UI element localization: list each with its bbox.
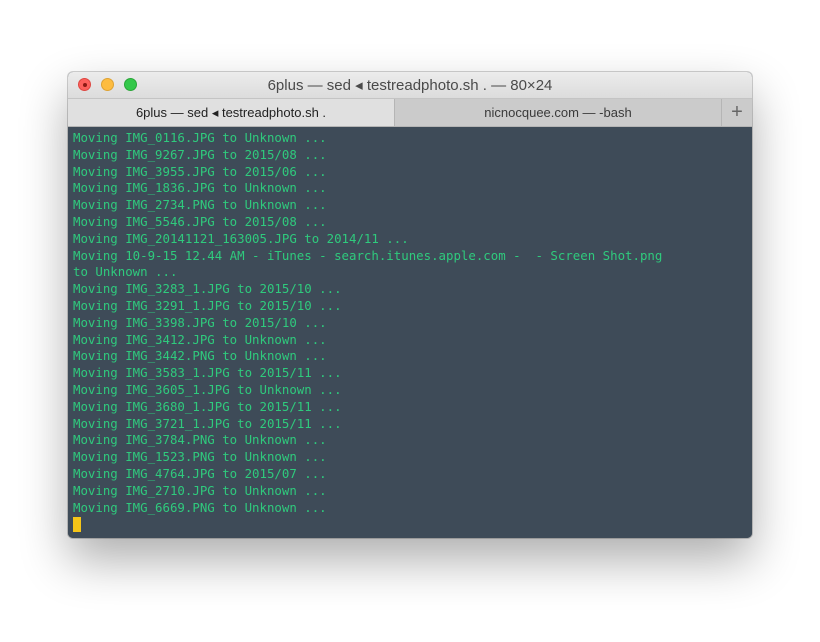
terminal-line: Moving IMG_0116.JPG to Unknown ... bbox=[73, 130, 327, 145]
terminal-line: Moving IMG_20141121_163005.JPG to 2014/1… bbox=[73, 230, 409, 246]
tab-nicnocquee-bash[interactable]: nicnocquee.com — -bash bbox=[395, 99, 722, 126]
terminal-line: Moving IMG_1523.PNG to Unknown ... bbox=[73, 449, 327, 465]
terminal-window: 6plus — sed ◂ testreadphoto.sh . — 80×24… bbox=[68, 72, 752, 538]
terminal-line: Moving IMG_3680_1.JPG to 2015/11 ... bbox=[73, 398, 342, 414]
terminal-line: Moving IMG_3583_1.JPG to 2015/11 ... bbox=[73, 365, 342, 381]
terminal-line: Moving IMG_3398.JPG to 2015/10 ... bbox=[73, 314, 327, 330]
terminal-line: Moving 10-9-15 12.44 AM - iTunes - searc… bbox=[73, 247, 663, 263]
text-cursor bbox=[73, 517, 81, 533]
terminal-line: Moving IMG_3283_1.JPG to 2015/10 ... bbox=[73, 281, 342, 297]
terminal-lines: Moving IMG_0116.JPG to Unknown ... Moving… bbox=[73, 130, 752, 516]
window-title: 6plus — sed ◂ testreadphoto.sh . — 80×24 bbox=[267, 77, 553, 94]
desktop-background: 6plus — sed ◂ testreadphoto.sh . — 80×24… bbox=[0, 0, 820, 642]
new-tab-button[interactable]: + bbox=[722, 99, 752, 126]
terminal-line: Moving IMG_3442.PNG to Unknown ... bbox=[73, 348, 327, 364]
terminal-line: Moving IMG_5546.JPG to 2015/08 ... bbox=[73, 213, 327, 229]
terminal-line: Moving IMG_1836.JPG to Unknown ... bbox=[73, 180, 327, 196]
tab-testreadphoto[interactable]: 6plus — sed ◂ testreadphoto.sh . bbox=[68, 99, 395, 126]
terminal-line: Moving IMG_3412.JPG to Unknown ... bbox=[73, 331, 327, 347]
terminal-line: Moving IMG_6669.PNG to Unknown ... bbox=[73, 499, 327, 515]
terminal-line: Moving IMG_2734.PNG to Unknown ... bbox=[73, 197, 327, 213]
terminal-line: to Unknown ... bbox=[73, 264, 178, 280]
tab-bar: 6plus — sed ◂ testreadphoto.sh . nicnocq… bbox=[68, 99, 752, 127]
terminal-line: Moving IMG_3721_1.JPG to 2015/11 ... bbox=[73, 415, 342, 431]
terminal-line: Moving IMG_3955.JPG to 2015/06 ... bbox=[73, 163, 327, 179]
terminal-line: Moving IMG_4764.JPG to 2015/07 ... bbox=[73, 465, 327, 481]
terminal-line: Moving IMG_3291_1.JPG to 2015/10 ... bbox=[73, 297, 342, 313]
terminal-output[interactable]: Moving IMG_0116.JPG to Unknown ... Moving… bbox=[68, 127, 752, 538]
terminal-line: Moving IMG_3784.PNG to Unknown ... bbox=[73, 432, 327, 448]
prompt-line bbox=[73, 516, 752, 533]
terminal-line: Moving IMG_3605_1.JPG to Unknown ... bbox=[73, 381, 342, 397]
terminal-line: Moving IMG_9267.JPG to 2015/08 ... bbox=[73, 146, 327, 162]
terminal-line: Moving IMG_2710.JPG to Unknown ... bbox=[73, 482, 327, 498]
title-bar[interactable]: 6plus — sed ◂ testreadphoto.sh . — 80×24 bbox=[68, 72, 752, 99]
